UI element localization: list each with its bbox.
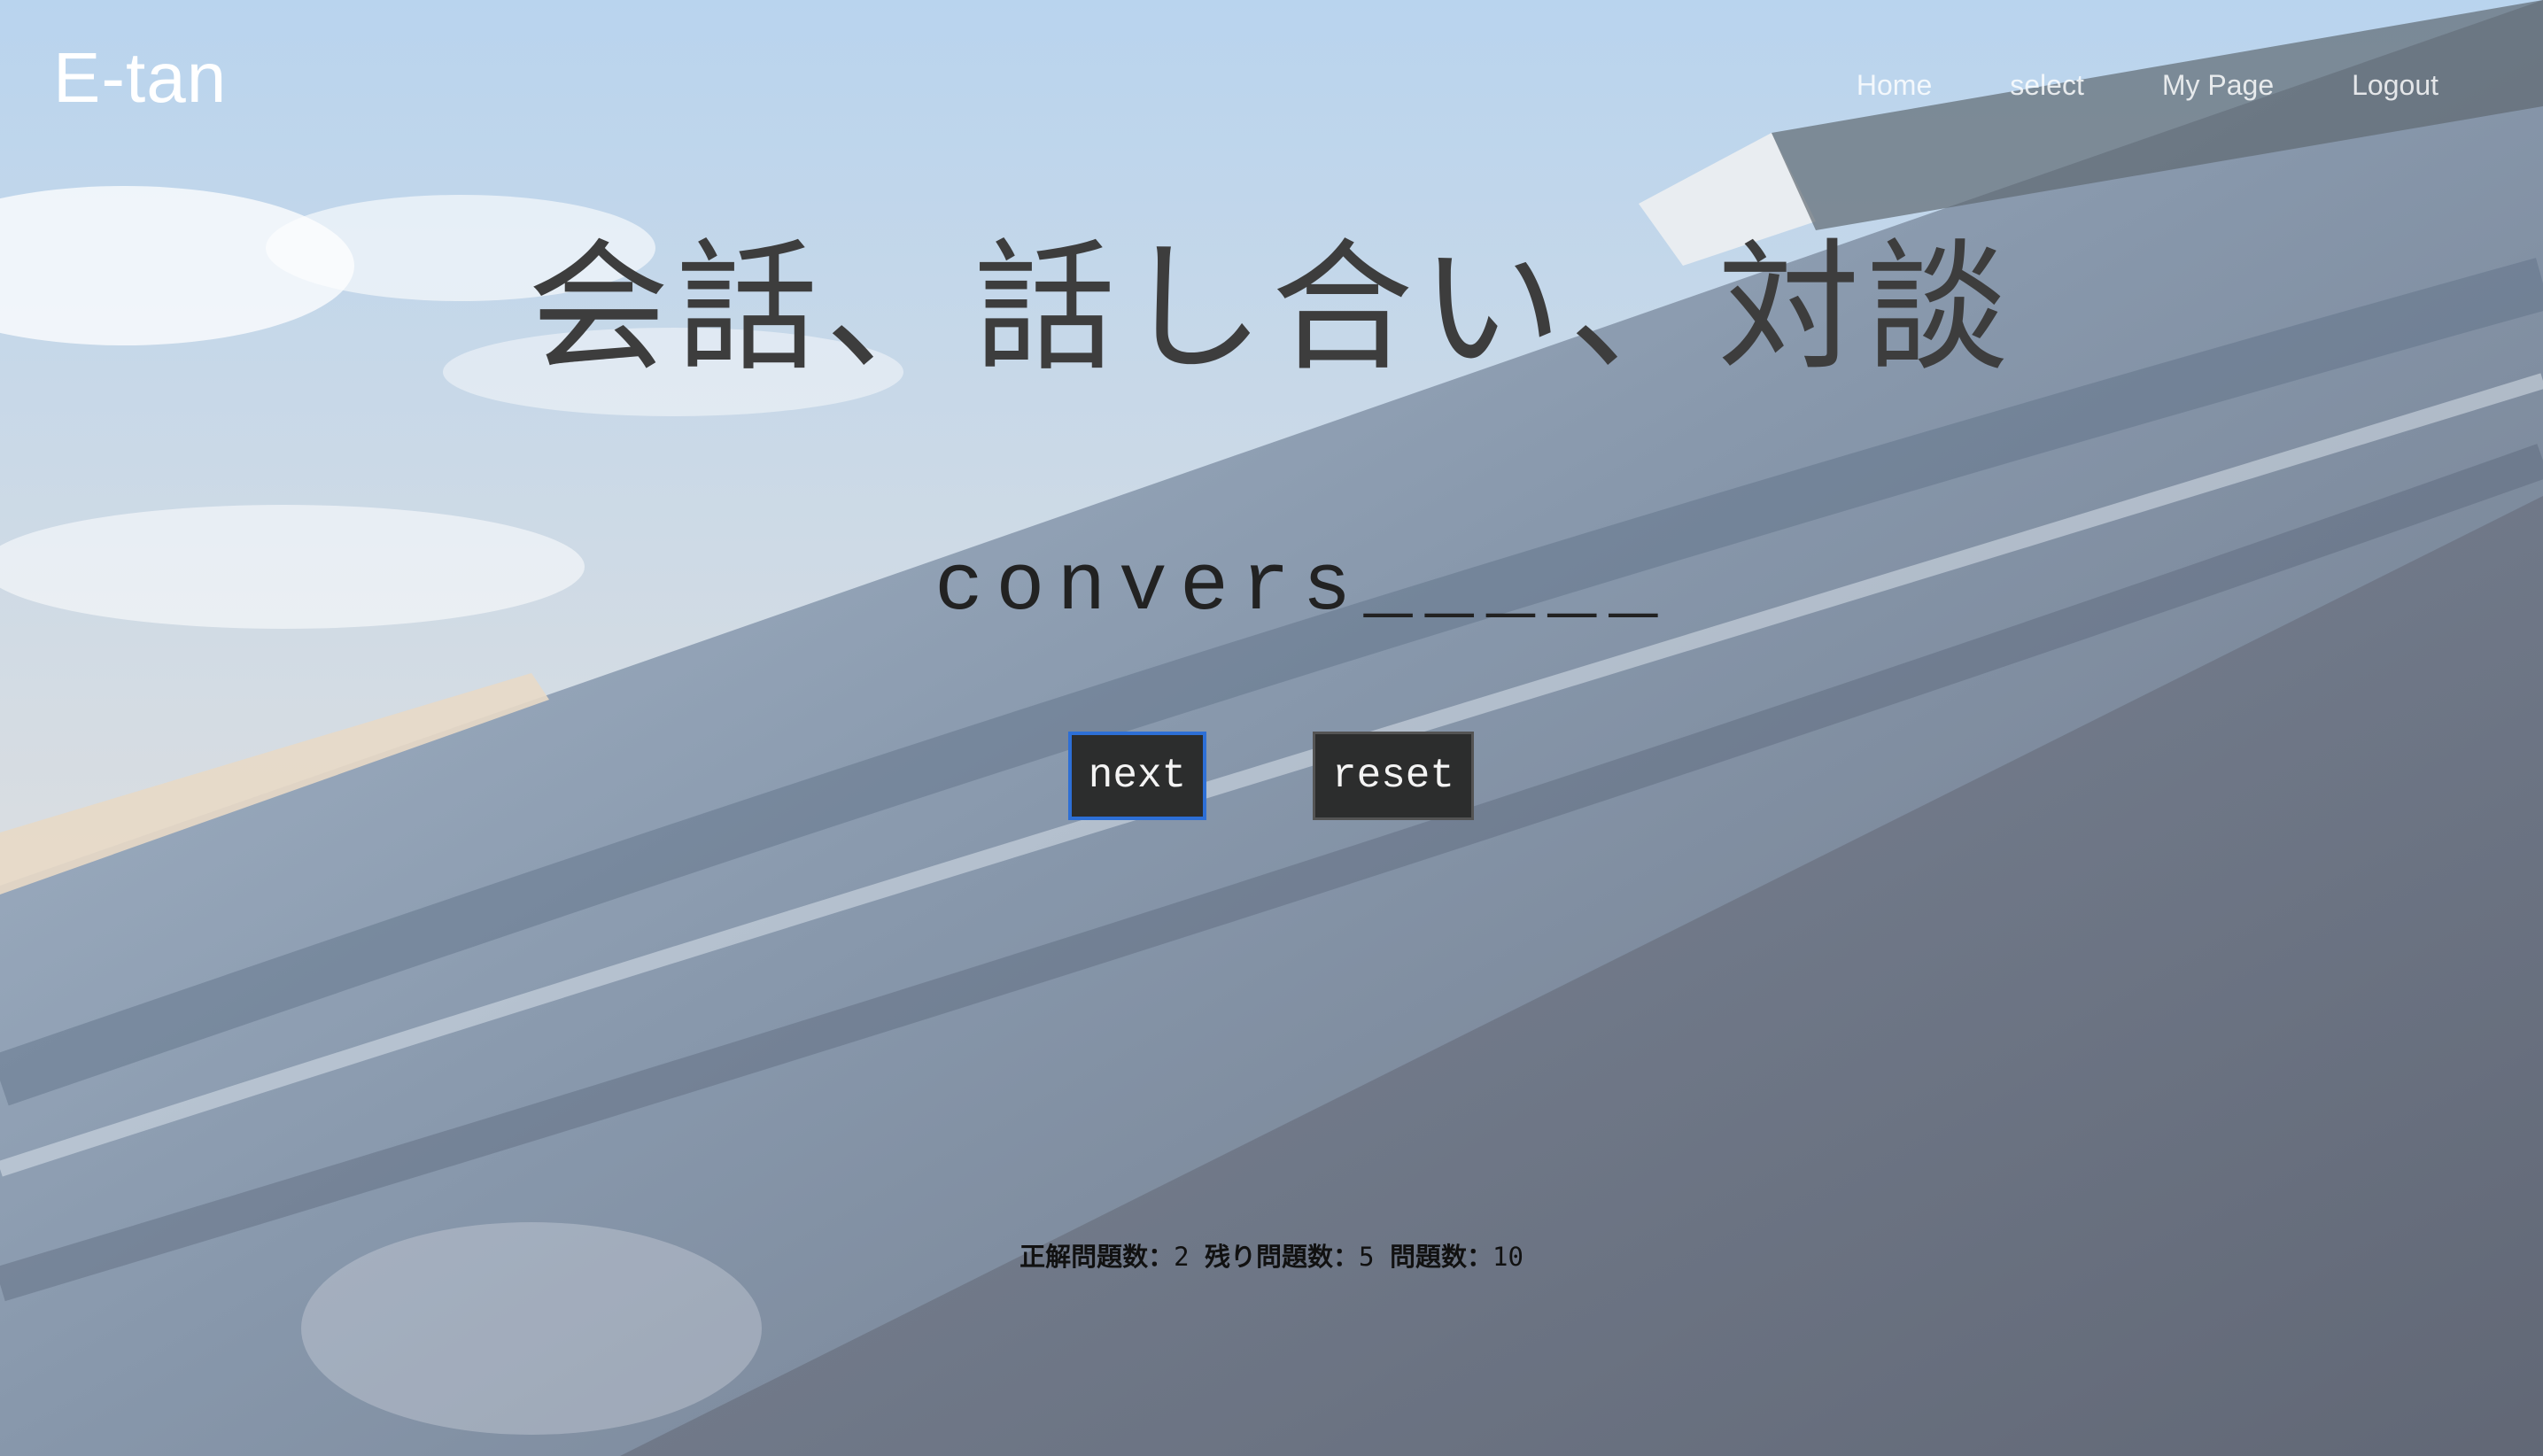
reset-button[interactable]: reset bbox=[1313, 732, 1474, 820]
correct-count-label: 正解問題数： bbox=[1020, 1242, 1175, 1272]
nav-select-link[interactable]: select bbox=[2010, 69, 2084, 102]
score-stats: 正解問題数：2 残り問題数：5 問題数：10 bbox=[0, 1236, 2543, 1274]
nav-mypage-link[interactable]: My Page bbox=[2162, 69, 2274, 102]
brand-logo[interactable]: E-tan bbox=[53, 37, 227, 119]
total-count-label: 問題数： bbox=[1389, 1242, 1492, 1272]
remaining-count-label: 残り問題数： bbox=[1205, 1242, 1360, 1272]
remaining-count-value: 5 bbox=[1359, 1242, 1375, 1272]
nav-logout-link[interactable]: Logout bbox=[2352, 69, 2438, 102]
answer-blank: convers_____ bbox=[934, 540, 1671, 633]
next-button[interactable]: next bbox=[1068, 732, 1206, 820]
total-count-value: 10 bbox=[1492, 1242, 1523, 1272]
question-text: 会話、話し合い、対談 bbox=[527, 225, 2016, 391]
nav-home-link[interactable]: Home bbox=[1857, 69, 1932, 102]
correct-count-value: 2 bbox=[1174, 1242, 1190, 1272]
top-nav: Home select My Page Logout bbox=[1857, 69, 2438, 102]
